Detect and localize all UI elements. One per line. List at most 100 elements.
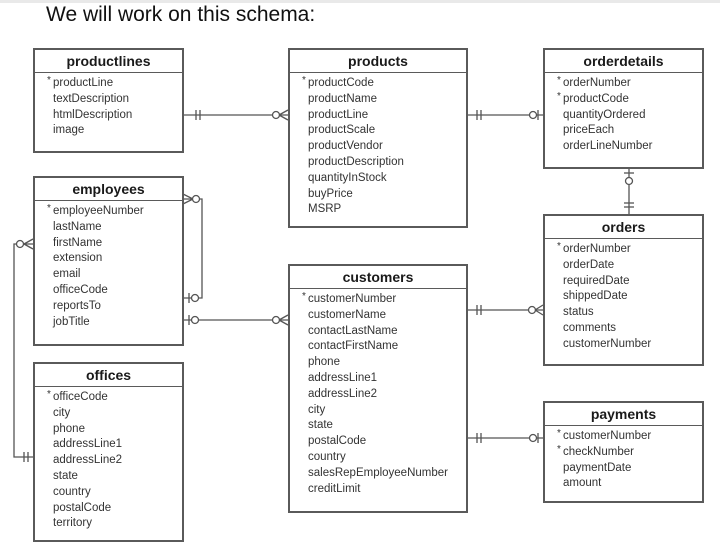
field-name: jobTitle [53,315,90,328]
field: firstName [53,236,182,252]
entity-customers[interactable]: customers * customerNumber customerName cont… [288,264,468,513]
field: contactFirstName [308,339,466,355]
field-name: contactLastName [308,324,398,337]
field-name: productScale [308,124,376,137]
field: productName [308,92,466,108]
primary-key-marker-icon: * [557,75,561,86]
field-name: addressLine2 [53,454,123,467]
field-name: productVendor [308,140,383,153]
primary-key-field: * officeCode [47,389,182,406]
entity-products[interactable]: products * productCode productName productLi… [288,48,468,228]
entity-title: payments [545,403,702,426]
field: territory [53,516,182,532]
field: officeCode [53,283,182,299]
field-list: * employeeNumber lastName firstName extensio… [35,201,182,330]
rel-offices-employees [13,238,34,462]
primary-key-field: * employeeNumber [47,203,182,220]
field-name: orderDate [563,258,615,271]
field: image [53,123,182,139]
entity-title: productlines [35,50,182,73]
field-name: paymentDate [563,461,632,474]
rel-customers-payments [467,433,543,443]
primary-key-field: * customerNumber [557,428,702,445]
field: addressLine1 [308,371,466,387]
field-name: reportsTo [53,299,101,312]
entity-title: orders [545,216,702,239]
field: textDescription [53,92,182,108]
entity-offices[interactable]: offices * officeCode city phone addressLine1 a… [33,362,184,542]
field-name: addressLine1 [53,438,123,451]
field: state [53,469,182,485]
primary-key-marker-icon: * [47,389,51,400]
entity-payments[interactable]: payments * customerNumber * checkNumber payme… [543,401,704,503]
field-name: textDescription [53,92,130,105]
field: country [53,485,182,501]
field-name: requiredDate [563,274,630,287]
field: quantityInStock [308,171,466,187]
entity-title: offices [35,364,182,387]
entity-orderdetails[interactable]: orderdetails * orderNumber * productCode quan… [543,48,704,169]
primary-key-field: * productCode [302,75,466,92]
field-name: officeCode [53,283,108,296]
rel-employees-reportsto [182,193,203,303]
field: jobTitle [53,315,182,331]
field-name: quantityInStock [308,171,387,184]
field: customerName [308,308,466,324]
field-name: email [53,268,81,281]
field-name: shippedDate [563,290,628,303]
field-name: customerNumber [563,430,652,442]
rel-productlines-products [183,109,289,121]
field: productLine [308,108,466,124]
field-name: amount [563,477,602,490]
field-name: officeCode [53,391,108,403]
rel-employees-customers [183,314,289,326]
entity-title: orderdetails [545,50,702,73]
field: shippedDate [563,289,702,305]
field-name: customerName [308,308,386,321]
field-name: addressLine2 [308,387,378,400]
primary-key-marker-icon: * [557,241,561,252]
field-name: productName [308,92,378,105]
field-list: * productLine textDescription htmlDescripti… [35,73,182,139]
field-list: * customerNumber customerName contactLastNa… [290,289,466,497]
field: email [53,267,182,283]
field: creditLimit [308,482,466,498]
field: amount [563,476,702,492]
field-name: orderNumber [563,243,631,255]
field-name: country [308,450,346,463]
field-name: extension [53,252,103,265]
entity-productlines[interactable]: productlines * productLine textDescription h… [33,48,184,153]
field: buyPrice [308,187,466,203]
entity-title: customers [290,266,466,289]
primary-key-marker-icon: * [557,90,561,102]
primary-key-marker-icon: * [47,203,51,214]
entity-employees[interactable]: employees * employeeNumber lastName firstNam… [33,176,184,346]
primary-key-marker-icon: * [557,428,561,439]
primary-key-field: * checkNumber [557,444,702,461]
entity-orders[interactable]: orders * orderNumber orderDate requiredDate s… [543,214,704,366]
field: addressLine1 [53,437,182,453]
field: customerNumber [563,337,702,353]
field-list: * officeCode city phone addressLine1 addressL… [35,387,182,532]
field: htmlDescription [53,108,182,124]
field: paymentDate [563,461,702,477]
field-name: priceEach [563,124,615,137]
field: MSRP [308,202,466,218]
field-name: buyPrice [308,187,353,200]
field-name: firstName [53,236,103,249]
field-name: customerNumber [563,337,652,350]
field: salesRepEmployeeNumber [308,466,466,482]
field-name: state [308,419,333,432]
field-name: orderNumber [563,77,631,89]
field-name: territory [53,517,92,530]
primary-key-marker-icon: * [302,291,306,302]
field-name: comments [563,321,617,334]
field-name: state [53,469,78,482]
field: extension [53,251,182,267]
field: productDescription [308,155,466,171]
entity-title: employees [35,178,182,201]
field-name: image [53,124,85,137]
primary-key-field: * productLine [47,75,182,92]
field-name: phone [308,356,340,369]
field-name: checkNumber [563,445,634,458]
